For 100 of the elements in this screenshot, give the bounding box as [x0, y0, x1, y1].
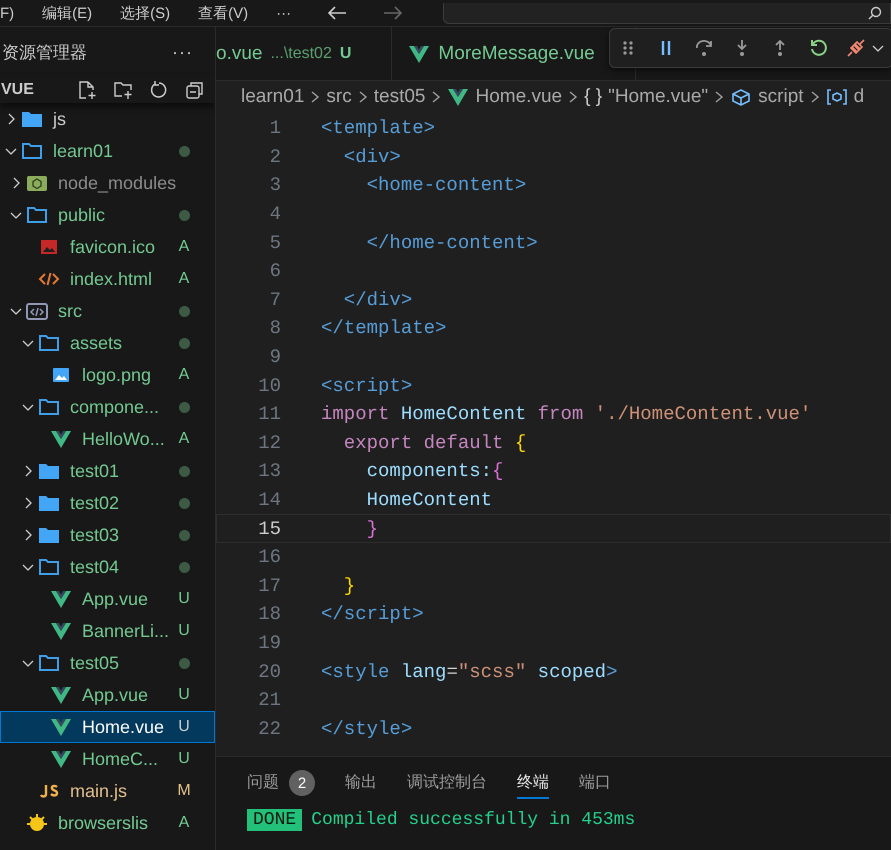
forward-arrow-icon[interactable] — [383, 6, 404, 20]
editor-tab[interactable]: o.vue ...\test02 U — [216, 27, 392, 80]
tree-item[interactable]: src — [0, 295, 215, 327]
code-line: </home-content> — [366, 232, 538, 254]
line-number: 18 — [257, 603, 281, 626]
tree-item[interactable]: browserslis A — [0, 807, 215, 839]
tree-item[interactable]: test03 — [0, 519, 215, 551]
line-number: 2 — [268, 146, 281, 168]
section-title[interactable]: VUE — [1, 81, 34, 99]
tree-item[interactable]: test05 — [0, 647, 215, 679]
breadcrumb-item[interactable]: test05 — [374, 86, 426, 108]
explorer-title: 资源管理器 — [2, 42, 87, 64]
command-search-field[interactable] — [443, 2, 891, 24]
git-status: A — [178, 366, 190, 384]
tree-item[interactable]: App.vue U — [0, 679, 215, 711]
tree-item[interactable]: test01 — [0, 455, 215, 487]
menu-item[interactable]: F) — [0, 4, 14, 22]
menu-item[interactable]: ··· — [276, 4, 292, 22]
menu-item[interactable]: 选择(S) — [120, 4, 170, 22]
menu-item[interactable]: 编辑(E) — [42, 4, 92, 22]
file-name: HomeC... — [82, 748, 160, 770]
file-name: test02 — [70, 492, 120, 514]
git-status: A — [178, 430, 190, 448]
line-number: 8 — [268, 317, 281, 340]
line-number: 22 — [257, 718, 281, 740]
panel-tab[interactable]: 输出 — [345, 768, 377, 798]
tree-item[interactable]: HelloWo... A — [0, 423, 215, 455]
tree-item[interactable]: compone... — [0, 391, 215, 423]
code-line: </script> — [321, 603, 424, 626]
tree-item[interactable]: index.html A — [0, 263, 215, 295]
folder-icon — [21, 110, 43, 128]
line-number: 13 — [257, 460, 281, 482]
tree-item[interactable]: favicon.ico A — [0, 231, 215, 263]
refresh-icon[interactable] — [149, 80, 169, 100]
git-status: A — [178, 238, 190, 256]
step-over-icon[interactable] — [694, 38, 714, 58]
tree-item[interactable]: node_modules — [0, 167, 215, 199]
tree-item[interactable]: HomeC... U — [0, 743, 215, 775]
line-number: 6 — [268, 260, 281, 282]
git-status: M — [177, 782, 191, 800]
tree-item[interactable]: js — [0, 103, 215, 135]
code-line: export default { — [342, 432, 526, 454]
menu-item[interactable]: 查看(V) — [198, 4, 248, 22]
image-icon — [38, 238, 60, 256]
panel-tab[interactable]: 端口 — [579, 768, 611, 798]
line-number: 14 — [257, 489, 281, 512]
tree-item[interactable]: public — [0, 199, 215, 231]
cube-icon — [730, 88, 752, 106]
braces-symbol: { } — [584, 86, 602, 108]
file-name: test01 — [70, 460, 120, 482]
breadcrumb-item[interactable]: "Home.vue" — [608, 86, 708, 108]
code-line: <div> — [342, 146, 401, 168]
bracket-symbol-icon — [826, 88, 848, 106]
tree-item[interactable]: test04 — [0, 551, 215, 583]
git-status: U — [340, 44, 352, 62]
breadcrumb-item[interactable]: script — [758, 86, 804, 108]
panel-tab[interactable]: 调试控制台 — [407, 768, 487, 798]
code-line: </style> — [321, 718, 412, 740]
file-name: test03 — [70, 524, 120, 546]
tree-item[interactable]: test02 — [0, 487, 215, 519]
folder-icon — [38, 558, 60, 576]
folder-icon — [38, 526, 60, 544]
breadcrumb-item[interactable]: learn01 — [241, 86, 304, 108]
code-line: <template> — [321, 117, 436, 140]
panel-tab[interactable]: 问题 — [247, 768, 279, 798]
collapse-all-icon[interactable] — [185, 80, 205, 100]
tree-item[interactable]: App.vue U — [0, 583, 215, 615]
breadcrumb-item[interactable]: d — [854, 86, 864, 108]
file-name: browserslis — [58, 812, 150, 834]
code-line: HomeContent — [366, 489, 492, 512]
code-tag-icon — [38, 270, 60, 288]
restart-icon[interactable] — [808, 38, 828, 58]
back-arrow-icon[interactable] — [327, 6, 348, 20]
more-actions-button[interactable]: ··· — [172, 42, 193, 62]
vue-logo-icon — [408, 44, 430, 62]
tree-item[interactable]: learn01 — [0, 135, 215, 167]
tree-item[interactable]: logo.png A — [0, 359, 215, 391]
file-name: learn01 — [53, 140, 114, 162]
breadcrumb-item[interactable]: src — [326, 86, 352, 108]
new-folder-icon[interactable] — [113, 80, 133, 100]
panel-tab[interactable]: 终端 — [517, 768, 549, 798]
tree-item[interactable]: Home.vue U — [0, 711, 215, 743]
breadcrumb-item[interactable]: Home.vue — [475, 86, 562, 108]
file-name: assets — [70, 332, 124, 354]
file-name: favicon.ico — [70, 236, 156, 258]
line-number: 15 — [257, 518, 281, 540]
file-name: node_modules — [58, 172, 176, 194]
new-file-icon[interactable] — [77, 80, 97, 100]
line-number: 1 — [268, 117, 281, 140]
file-name: test04 — [70, 556, 120, 578]
folder-icon — [38, 334, 60, 352]
plug-icon[interactable] — [846, 38, 866, 58]
tree-item[interactable]: assets — [0, 327, 215, 359]
line-number: 16 — [257, 546, 281, 568]
file-name: js — [53, 108, 67, 130]
tree-item[interactable]: main.js M — [0, 775, 215, 807]
tree-item[interactable]: BannerLi... U — [0, 615, 215, 647]
vue-logo-icon — [447, 88, 470, 106]
file-name: main.js — [70, 780, 128, 802]
file-name: BannerLi... — [82, 620, 170, 642]
